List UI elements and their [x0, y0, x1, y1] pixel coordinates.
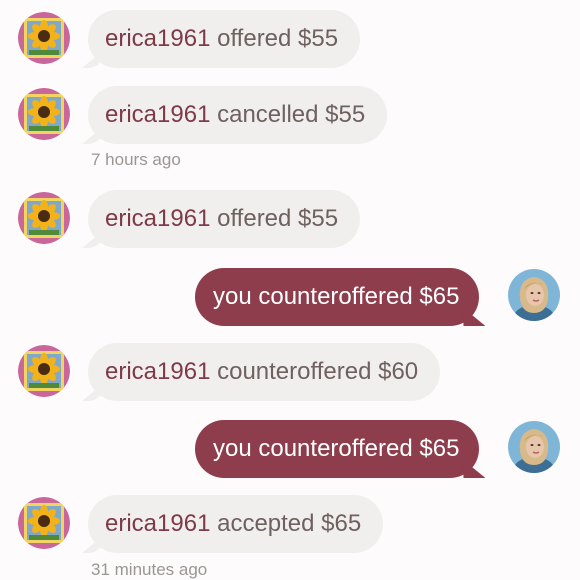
outgoing-counteroffer-bubble: you counteroffered $65: [195, 268, 480, 326]
offer-action-text: counteroffered $60: [217, 358, 419, 385]
incoming-accepted-bubble: erica1961 accepted $65: [88, 495, 384, 553]
sunflower-icon[interactable]: [18, 12, 70, 64]
incoming-cancel-bubble: erica1961 cancelled $55: [88, 86, 388, 144]
sunflower-icon[interactable]: [18, 88, 70, 140]
offer-action-text: accepted $65: [217, 510, 362, 537]
offer-action-text: offered $55: [217, 205, 339, 232]
sender-username[interactable]: erica1961: [105, 510, 210, 538]
sender-username[interactable]: erica1961: [105, 205, 210, 233]
sender-username[interactable]: erica1961: [105, 101, 210, 129]
counteroffer-text: you counteroffered $65: [213, 435, 460, 462]
counteroffer-text: you counteroffered $65: [213, 283, 460, 310]
user-photo-icon[interactable]: [508, 269, 560, 321]
sunflower-icon[interactable]: [18, 192, 70, 244]
sunflower-icon[interactable]: [18, 497, 70, 549]
sunflower-icon[interactable]: [18, 345, 70, 397]
incoming-counteroffer-bubble: erica1961 counteroffered $60: [88, 343, 441, 401]
incoming-offer-bubble: erica1961 offered $55: [88, 190, 361, 248]
offer-action-text: cancelled $55: [217, 101, 366, 128]
message-timestamp: 7 hours ago: [91, 150, 181, 169]
offer-action-text: offered $55: [217, 25, 339, 52]
sender-username[interactable]: erica1961: [105, 358, 210, 386]
sender-username[interactable]: erica1961: [105, 25, 210, 53]
message-timestamp: 31 minutes ago: [91, 560, 208, 579]
outgoing-counteroffer-bubble: you counteroffered $65: [195, 420, 480, 478]
user-photo-icon[interactable]: [508, 421, 560, 473]
offer-message-thread: erica1961 offered $55 erica1961 cancelle…: [0, 0, 580, 580]
incoming-offer-bubble: erica1961 offered $55: [88, 10, 361, 68]
